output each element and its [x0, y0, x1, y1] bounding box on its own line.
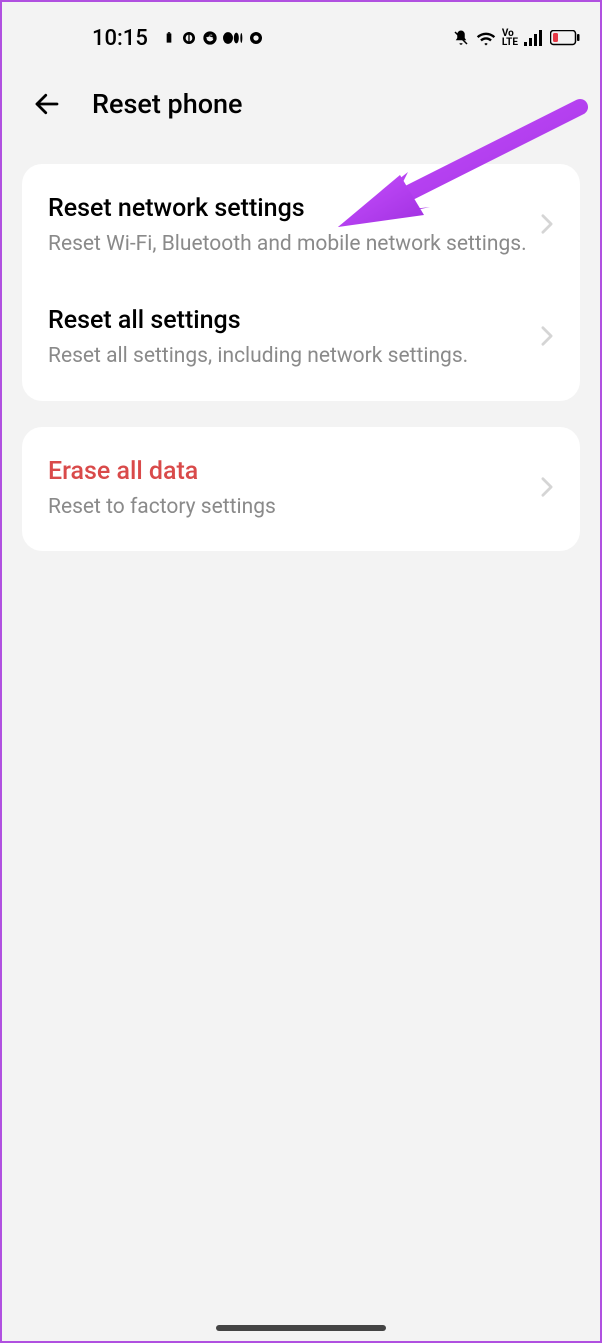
row-title: Erase all data	[48, 457, 528, 486]
row-subtitle: Reset all settings, including network se…	[48, 343, 528, 370]
wifi-icon	[476, 30, 496, 46]
arrow-left-icon	[32, 89, 62, 119]
row-text: Reset network settings Reset Wi-Fi, Blue…	[48, 194, 528, 258]
status-time: 10:15	[92, 26, 148, 51]
mute-icon	[452, 29, 470, 47]
home-indicator[interactable]	[216, 1325, 386, 1331]
battery-icon	[550, 30, 580, 46]
volte-icon: VoLTE	[502, 29, 518, 47]
row-reset-all-settings[interactable]: Reset all settings Reset all settings, i…	[22, 282, 580, 394]
medium-icon	[223, 31, 243, 45]
back-button[interactable]	[32, 89, 62, 119]
page-header: Reset phone	[2, 62, 600, 146]
row-text: Erase all data Reset to factory settings	[48, 457, 528, 521]
chevron-right-icon	[540, 325, 554, 351]
charging-icon	[162, 31, 176, 45]
status-right: VoLTE	[452, 29, 580, 47]
circle-icon	[248, 30, 264, 46]
status-icons-left	[162, 30, 264, 46]
reddit-icon	[202, 30, 218, 46]
row-subtitle: Reset to factory settings	[48, 494, 528, 521]
row-reset-network-settings[interactable]: Reset network settings Reset Wi-Fi, Blue…	[22, 170, 580, 282]
settings-card-erase: Erase all data Reset to factory settings	[22, 427, 580, 551]
chevron-right-icon	[540, 476, 554, 502]
row-erase-all-data[interactable]: Erase all data Reset to factory settings	[22, 433, 580, 545]
row-title: Reset all settings	[48, 306, 528, 335]
row-text: Reset all settings Reset all settings, i…	[48, 306, 528, 370]
signal-icon	[524, 30, 544, 46]
app-icon	[181, 30, 197, 46]
chevron-right-icon	[540, 213, 554, 239]
settings-card-reset: Reset network settings Reset Wi-Fi, Blue…	[22, 164, 580, 401]
row-title: Reset network settings	[48, 194, 528, 223]
status-left: 10:15	[22, 26, 264, 51]
page-title: Reset phone	[92, 88, 243, 120]
row-subtitle: Reset Wi-Fi, Bluetooth and mobile networ…	[48, 231, 528, 258]
status-bar: 10:15 VoLTE	[2, 2, 600, 62]
